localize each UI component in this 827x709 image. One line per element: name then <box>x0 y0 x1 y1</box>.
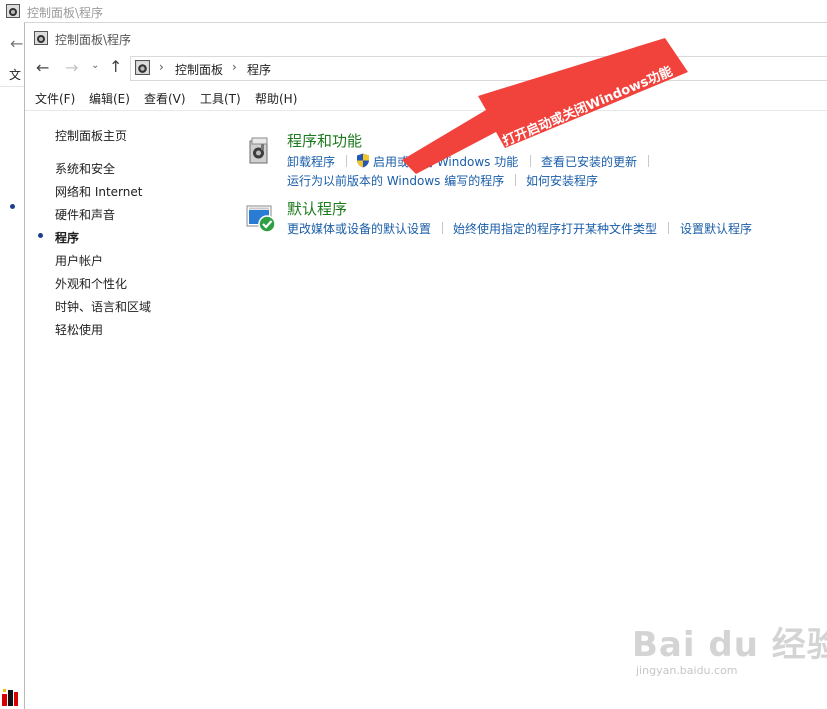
turn-windows-features-link[interactable]: 启用或关闭 Windows 功能 <box>373 153 518 170</box>
link-separator <box>668 222 669 234</box>
programs-features-icon[interactable] <box>247 135 271 168</box>
back-arrow-icon[interactable]: ← <box>10 34 23 53</box>
sidebar-item-clock-region[interactable]: 时钟、语言和区域 <box>55 298 151 315</box>
default-programs-title[interactable]: 默认程序 <box>287 198 347 219</box>
back-arrow-icon[interactable]: ← <box>36 58 49 77</box>
background-window-title: 控制面板\程序 <box>27 6 104 20</box>
current-item-bullet-icon <box>38 233 43 238</box>
uninstall-program-link[interactable]: 卸载程序 <box>287 153 335 170</box>
how-to-install-link[interactable]: 如何安装程序 <box>526 172 598 189</box>
menu-help[interactable]: 帮助(H) <box>255 90 297 107</box>
address-bar[interactable]: › 控制面板 › 程序 <box>130 56 827 81</box>
change-media-defaults-link[interactable]: 更改媒体或设备的默认设置 <box>287 220 431 237</box>
sidebar-item-appearance[interactable]: 外观和个性化 <box>55 275 127 292</box>
set-default-programs-link[interactable]: 设置默认程序 <box>680 220 752 237</box>
baidu-watermark-logo: Bai du 经验 jingyan.baidu.com <box>632 617 827 677</box>
menu-view[interactable]: 查看(V) <box>144 90 186 107</box>
link-separator <box>442 222 443 234</box>
uac-shield-icon <box>356 153 370 171</box>
file-type-association-link[interactable]: 始终使用指定的程序打开某种文件类型 <box>453 220 657 237</box>
default-programs-icon[interactable] <box>246 205 276 236</box>
sidebar-item-hardware-sound[interactable]: 硬件和声音 <box>55 206 115 223</box>
control-panel-icon <box>34 31 48 48</box>
window-title: 控制面板\程序 <box>55 33 132 47</box>
sidebar-item-network-internet[interactable]: 网络和 Internet <box>55 183 142 200</box>
background-menu-file[interactable]: 文 <box>9 66 21 83</box>
link-separator <box>346 155 347 167</box>
control-panel-icon <box>6 4 20 21</box>
background-titlebar: 控制面板\程序 <box>0 0 827 22</box>
divider <box>0 86 24 87</box>
programs-features-title[interactable]: 程序和功能 <box>287 130 362 151</box>
breadcrumb-programs[interactable]: 程序 <box>247 61 271 78</box>
menu-file[interactable]: 文件(F) <box>35 90 75 107</box>
sidebar-item-system-security[interactable]: 系统和安全 <box>55 160 115 177</box>
control-panel-icon <box>135 60 150 78</box>
run-older-programs-link[interactable]: 运行为以前版本的 Windows 编写的程序 <box>287 172 504 189</box>
breadcrumb-chevron-icon[interactable]: › <box>232 60 237 74</box>
sidebar-item-user-accounts[interactable]: 用户帐户 <box>55 252 103 269</box>
control-panel-window: 控制面板\程序 ← → ⌄ ↑ › 控制面板 › 程序 文件(F) 编辑(E) … <box>24 22 827 709</box>
up-arrow-icon[interactable]: ↑ <box>109 57 122 76</box>
sidebar-item-control-panel-home[interactable]: 控制面板主页 <box>55 127 127 144</box>
breadcrumb-control-panel[interactable]: 控制面板 <box>175 61 223 78</box>
sidebar-item-ease-of-access[interactable]: 轻松使用 <box>55 321 103 338</box>
menu-bar: 文件(F) 编辑(E) 查看(V) 工具(T) 帮助(H) <box>25 87 827 109</box>
forward-arrow-icon[interactable]: → <box>65 58 78 77</box>
sidebar-item-programs[interactable]: 程序 <box>55 229 79 246</box>
view-installed-updates-link[interactable]: 查看已安装的更新 <box>541 153 637 170</box>
recent-locations-chevron-icon[interactable]: ⌄ <box>91 60 99 71</box>
link-separator <box>648 155 649 167</box>
divider <box>25 110 827 111</box>
menu-edit[interactable]: 编辑(E) <box>89 90 130 107</box>
nav-bullet-icon <box>10 204 15 209</box>
link-separator <box>515 174 516 186</box>
taskbar-app-icon[interactable] <box>2 688 24 709</box>
link-separator <box>530 155 531 167</box>
watermark-logo-text: Bai du 经验 <box>632 625 827 665</box>
breadcrumb-chevron-icon[interactable]: › <box>159 60 164 74</box>
menu-tools[interactable]: 工具(T) <box>200 90 241 107</box>
